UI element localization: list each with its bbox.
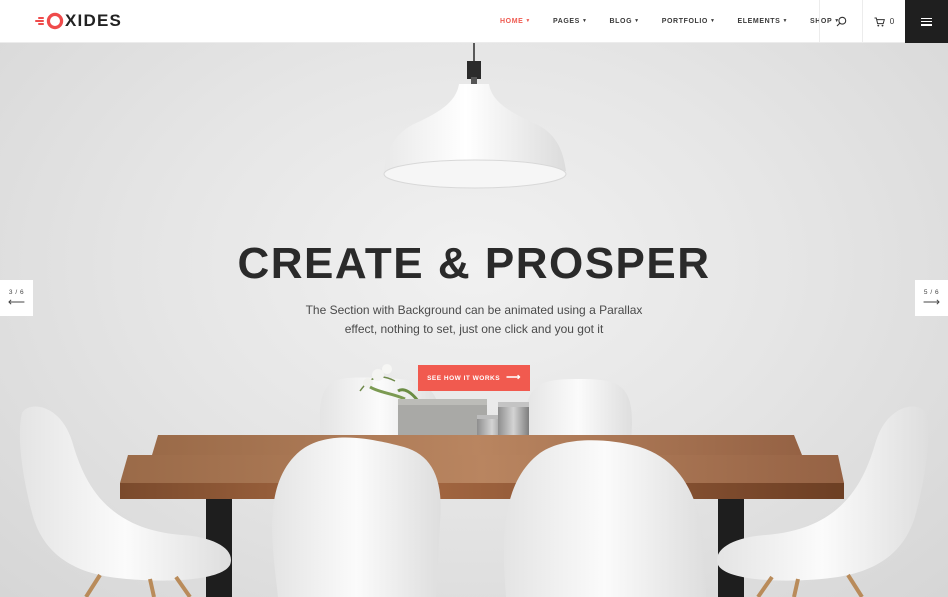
hero-subtext-line1: The Section with Background can be anima… <box>305 303 643 317</box>
logo[interactable]: XIDES <box>34 10 122 32</box>
nav-item-blog[interactable]: BLOG ▼ <box>610 0 640 43</box>
main-nav: HOME ▼ PAGES ▼ BLOG ▼ PORTFOLIO ▼ ELEMEN… <box>488 0 840 43</box>
hero-subtext-line2: effect, nothing to set, just one click a… <box>344 322 604 336</box>
site-header: XIDES HOME ▼ PAGES ▼ BLOG ▼ PORTFOLIO ▼ … <box>0 0 948 43</box>
nav-item-label: HOME <box>500 18 524 25</box>
cart-button[interactable]: 0 <box>863 0 905 43</box>
logo-o-icon <box>46 12 64 30</box>
nav-item-elements[interactable]: ELEMENTS ▼ <box>738 0 788 43</box>
chevron-down-icon: ▼ <box>782 18 788 24</box>
hero-headline: CREATE & PROSPER <box>237 239 711 288</box>
nav-item-home[interactable]: HOME ▼ <box>500 0 531 43</box>
nav-item-label: PORTFOLIO <box>661 18 708 25</box>
cta-label: SEE HOW IT WORKS <box>427 374 501 382</box>
chevron-down-icon: ▼ <box>581 18 588 24</box>
see-how-it-works-button[interactable]: SEE HOW IT WORKS ⟶ <box>418 365 530 391</box>
nav-item-pages[interactable]: PAGES ▼ <box>553 0 588 43</box>
menu-button[interactable] <box>905 0 948 43</box>
search-button[interactable] <box>820 0 863 43</box>
chevron-down-icon: ▼ <box>709 18 716 24</box>
chevron-down-icon: ▼ <box>525 18 531 24</box>
search-icon <box>836 16 847 27</box>
hero-section: 3 / 6 ⟵ 5 / 6 ⟶ CREATE & PROSPER The Sec… <box>0 43 948 597</box>
cart-count: 0 <box>889 17 895 26</box>
arrow-right-icon: ⟶ <box>506 372 521 383</box>
nav-item-label: ELEMENTS <box>737 18 781 25</box>
hero-subtext: The Section with Background can be anima… <box>0 301 948 339</box>
speed-lines-icon <box>34 15 46 27</box>
chevron-down-icon: ▼ <box>634 18 640 24</box>
nav-item-portfolio[interactable]: PORTFOLIO ▼ <box>662 0 716 43</box>
nav-item-label: PAGES <box>552 18 580 25</box>
nav-item-label: BLOG <box>609 18 633 25</box>
hamburger-icon <box>921 17 932 26</box>
logo-text: XIDES <box>65 11 123 30</box>
cart-icon <box>874 17 885 26</box>
